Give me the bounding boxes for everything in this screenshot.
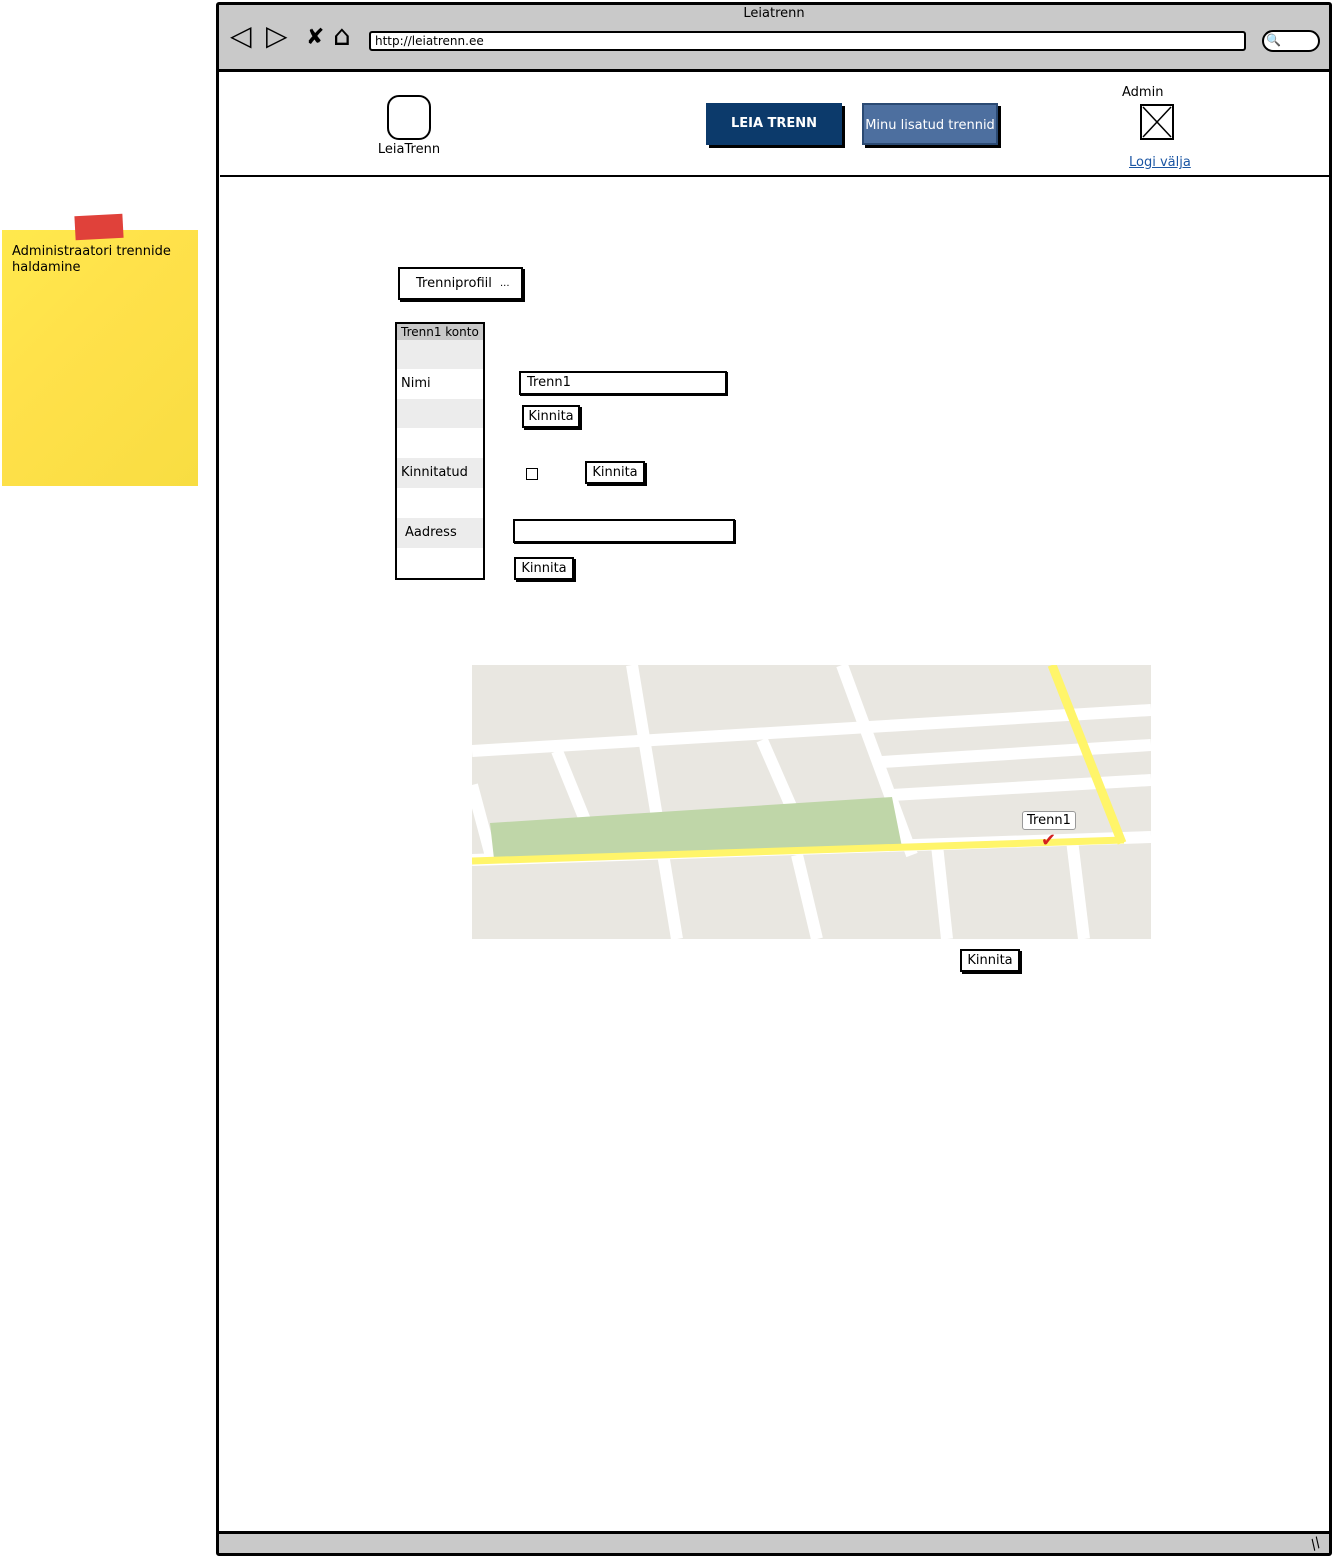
map[interactable] (472, 665, 1151, 939)
confirm-location-button[interactable]: Kinnita (960, 949, 1020, 972)
avatar[interactable] (1140, 104, 1174, 140)
form-row-spacer (397, 340, 483, 369)
map-marker-label: Trenn1 (1022, 811, 1076, 830)
form-row-spacer (397, 399, 483, 428)
address-input[interactable] (513, 519, 735, 543)
approved-label: Kinnitatud (397, 458, 483, 488)
confirm-name-button[interactable]: Kinnita (522, 405, 580, 428)
home-icon[interactable]: ⌂ (333, 22, 351, 50)
find-training-button[interactable]: LEIA TRENN (706, 103, 842, 145)
sticky-note-text: Administraatori trennide haldamine (12, 244, 171, 275)
form-section-title: Trenn1 konto (397, 324, 483, 340)
search-icon[interactable]: 🔍 (1266, 33, 1281, 47)
address-label: Aadress (397, 518, 483, 548)
stop-icon[interactable]: ✘ (306, 24, 324, 52)
user-name: Admin (1122, 85, 1164, 100)
map-graphic (472, 665, 1151, 939)
my-trainings-button[interactable]: Minu lisatud trennid (862, 103, 998, 145)
logo-label: LeiaTrenn (377, 142, 441, 157)
forward-icon[interactable]: ▷ (266, 22, 288, 50)
address-bar[interactable]: http://leiatrenn.ee (369, 31, 1246, 51)
approved-checkbox[interactable] (526, 468, 538, 480)
confirm-address-button[interactable]: Kinnita (514, 557, 574, 580)
sticky-note-tape (74, 213, 124, 241)
map-pin-icon[interactable]: ✔ (1041, 830, 1056, 851)
image-placeholder-icon (1142, 106, 1172, 138)
back-icon[interactable]: ◁ (230, 22, 252, 50)
header-divider (220, 175, 1330, 177)
name-input[interactable]: Trenn1 (519, 371, 727, 395)
status-bar (219, 1531, 1329, 1553)
name-label: Nimi (401, 376, 431, 391)
profile-dropdown-label: Trenniprofiil (416, 276, 492, 291)
confirm-approved-button[interactable]: Kinnita (585, 461, 645, 484)
logout-link[interactable]: Logi välja (1129, 155, 1191, 170)
logo-icon[interactable] (387, 95, 431, 140)
browser-title: Leiatrenn (743, 6, 805, 21)
dropdown-caret-icon: ... (500, 278, 510, 289)
